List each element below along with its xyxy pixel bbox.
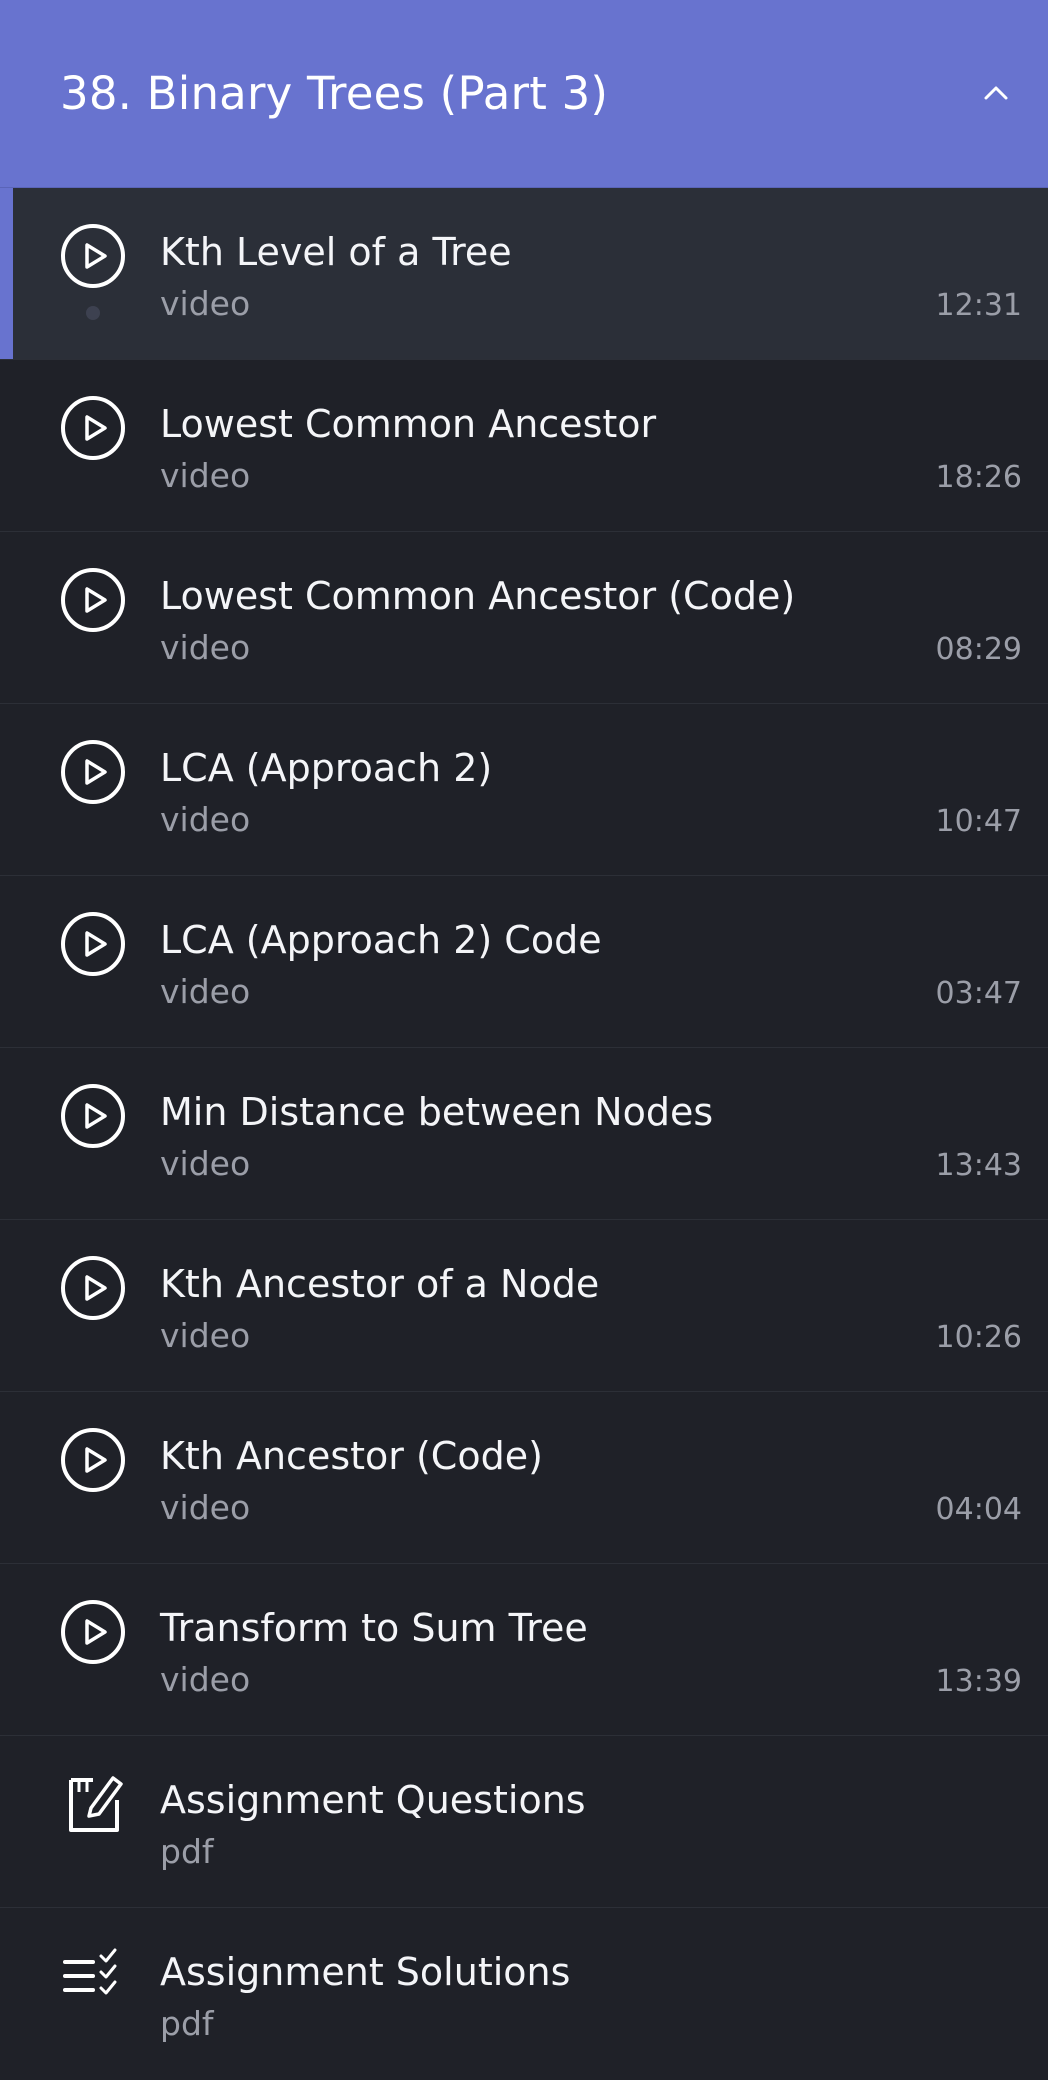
lesson-title: Transform to Sum Tree (160, 1606, 588, 1650)
lesson-item[interactable]: Kth Ancestor of a Node video 10:26 (0, 1220, 1048, 1392)
lesson-type: video (160, 284, 251, 323)
lesson-duration: 10:47 (935, 804, 1022, 839)
lesson-title: Kth Level of a Tree (160, 230, 512, 274)
lesson-title: Lowest Common Ancestor (Code) (160, 574, 796, 618)
lesson-type: video (160, 1488, 251, 1527)
play-circle-icon[interactable] (59, 738, 127, 806)
lesson-duration: 04:04 (935, 1492, 1022, 1527)
lesson-title: Assignment Solutions (160, 1950, 571, 1994)
lesson-item[interactable]: LCA (Approach 2) video 10:47 (0, 704, 1048, 876)
lesson-item[interactable]: Min Distance between Nodes video 13:43 (0, 1048, 1048, 1220)
lesson-type: video (160, 972, 251, 1011)
lesson-type: video (160, 628, 251, 667)
lesson-duration: 13:39 (935, 1664, 1022, 1699)
play-circle-icon[interactable] (59, 1082, 127, 1150)
play-circle-icon[interactable] (59, 910, 127, 978)
lesson-item[interactable]: LCA (Approach 2) Code video 03:47 (0, 876, 1048, 1048)
lesson-type: video (160, 1660, 251, 1699)
play-circle-icon[interactable] (59, 222, 127, 290)
play-circle-icon[interactable] (59, 1254, 127, 1322)
lesson-type: pdf (160, 1832, 214, 1871)
section-title: 38. Binary Trees (Part 3) (60, 67, 609, 120)
lesson-duration: 03:47 (935, 976, 1022, 1011)
active-indicator (0, 188, 13, 359)
lesson-title: Lowest Common Ancestor (160, 402, 657, 446)
lesson-title: LCA (Approach 2) (160, 746, 493, 790)
lesson-type: video (160, 1316, 251, 1355)
section-header[interactable]: 38. Binary Trees (Part 3) (0, 0, 1048, 188)
lesson-title: Kth Ancestor of a Node (160, 1262, 600, 1306)
lesson-title: Min Distance between Nodes (160, 1090, 714, 1134)
lesson-item[interactable]: Kth Level of a Tree video 12:31 (0, 188, 1048, 360)
lesson-item[interactable]: Transform to Sum Tree video 13:39 (0, 1564, 1048, 1736)
lesson-item[interactable]: Kth Ancestor (Code) video 04:04 (0, 1392, 1048, 1564)
lesson-item[interactable]: Lowest Common Ancestor (Code) video 08:2… (0, 532, 1048, 704)
lesson-duration: 13:43 (935, 1148, 1022, 1183)
lesson-item[interactable]: Lowest Common Ancestor video 18:26 (0, 360, 1048, 532)
chevron-up-icon[interactable] (974, 72, 1018, 116)
lesson-duration: 12:31 (935, 288, 1022, 323)
lesson-duration: 10:26 (935, 1320, 1022, 1355)
lesson-type: video (160, 456, 251, 495)
lesson-duration: 18:26 (935, 460, 1022, 495)
lesson-list: Kth Level of a Tree video 12:31 Lowest C… (0, 188, 1048, 2080)
lesson-type: video (160, 800, 251, 839)
lesson-type: video (160, 1144, 251, 1183)
lesson-title: LCA (Approach 2) Code (160, 918, 602, 962)
checklist-icon[interactable] (59, 1942, 127, 2010)
edit-document-icon[interactable] (59, 1770, 127, 1838)
lesson-title: Assignment Questions (160, 1778, 586, 1822)
lesson-type: pdf (160, 2004, 214, 2043)
play-circle-icon[interactable] (59, 566, 127, 634)
lesson-duration: 08:29 (935, 632, 1022, 667)
play-circle-icon[interactable] (59, 1426, 127, 1494)
progress-dot (86, 306, 100, 320)
lesson-title: Kth Ancestor (Code) (160, 1434, 543, 1478)
lesson-item[interactable]: Assignment Questions pdf (0, 1736, 1048, 1908)
play-circle-icon[interactable] (59, 1598, 127, 1666)
play-circle-icon[interactable] (59, 394, 127, 462)
lesson-item[interactable]: Assignment Solutions pdf (0, 1908, 1048, 2080)
